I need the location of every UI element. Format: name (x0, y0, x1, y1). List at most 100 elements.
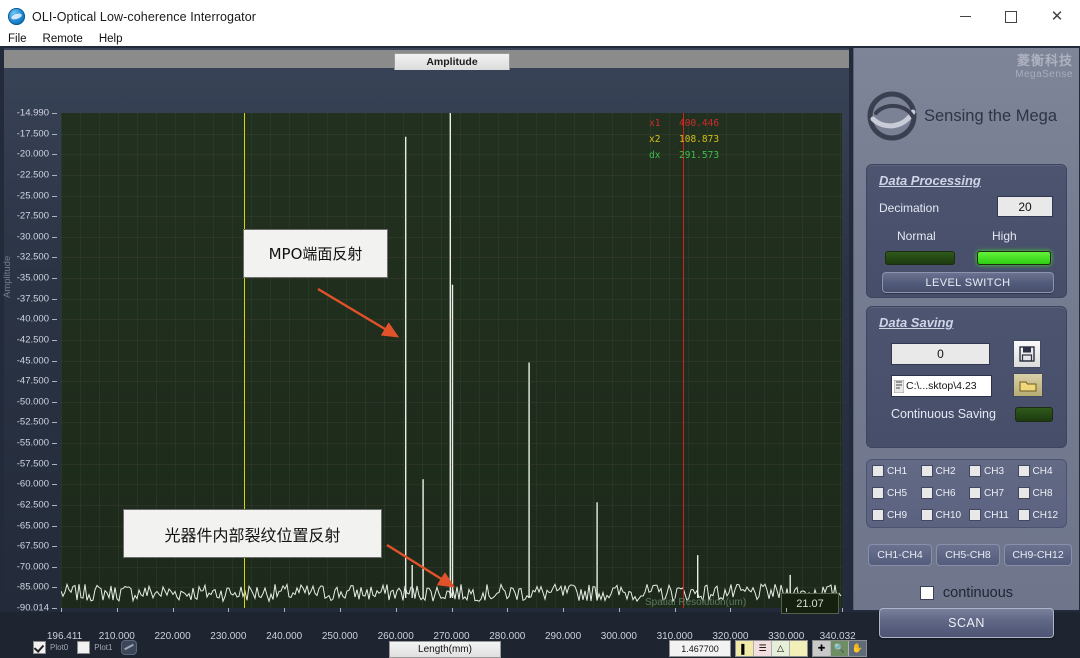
y-axis-tick-mark (52, 339, 57, 341)
zoom-icon[interactable]: 🔍 (831, 641, 849, 656)
save-path-input[interactable]: C:\...sktop\4.23 (891, 375, 992, 397)
channel-ch12[interactable]: CH12 (1017, 509, 1067, 521)
y-axis-tick: -67.500 (16, 540, 49, 552)
menu-remote[interactable]: Remote (43, 33, 83, 46)
checkbox-ch7[interactable] (969, 487, 981, 499)
y-axis: -14.990 -17.500 -20.000 -22.500 -25.000 -27.5… (4, 48, 57, 614)
x-axis-tick-mark (842, 608, 843, 612)
checkbox-ch11[interactable] (969, 509, 981, 521)
label-ch9: CH9 (887, 509, 908, 521)
close-button[interactable]: ✕ (1034, 0, 1080, 33)
y-axis-tick: -55.000 (16, 437, 49, 449)
y-axis-tick: -25.000 (16, 190, 49, 201)
label-ch12: CH12 (1032, 509, 1059, 521)
channel-ch8[interactable]: CH8 (1017, 487, 1067, 499)
cursor-readout: x1 400.446 x2 108.873 dx 291.573 (649, 116, 719, 164)
button-ch1-ch4[interactable]: CH1-CH4 (868, 544, 932, 566)
annotation-internal-crack: 光器件内部裂纹位置反射 (123, 509, 382, 558)
x-axis-tick: 290.000 (544, 631, 582, 642)
decimation-input[interactable]: 20 (997, 196, 1053, 217)
checkbox-ch2[interactable] (920, 465, 933, 477)
y-axis-tick: -42.500 (16, 334, 49, 346)
y-axis-tick-mark (52, 546, 57, 548)
channel-ch7[interactable]: CH7 (969, 487, 1018, 499)
crosshair-icon[interactable]: ✚ (813, 641, 831, 656)
checkbox-ch5[interactable] (872, 487, 884, 499)
channel-ch10[interactable]: CH10 (920, 509, 970, 521)
readout-key-x1: x1 (649, 118, 661, 129)
y-axis-tick-mark (52, 463, 57, 465)
continuous-checkbox[interactable] (919, 586, 934, 600)
readout-value-x1: 400.446 (679, 118, 720, 129)
channel-ch9[interactable]: CH9 (872, 509, 921, 521)
checkbox-ch12[interactable] (1017, 509, 1030, 521)
grid-line (61, 236, 842, 238)
label-ch11: CH11 (984, 509, 1009, 521)
channel-ch11[interactable]: CH11 (969, 509, 1018, 521)
x-axis-tick-mark (172, 608, 174, 612)
maximize-button[interactable] (988, 0, 1034, 33)
continuous-label: continuous (942, 585, 1014, 601)
folder-open-icon[interactable] (1013, 373, 1043, 397)
y-axis-tick-mark (52, 381, 57, 383)
level-switch-button[interactable]: LEVEL SWITCH (882, 272, 1054, 293)
channel-ch4[interactable]: CH4 (1017, 465, 1067, 477)
checkbox-ch10[interactable] (920, 509, 933, 521)
channel-ch3[interactable]: CH3 (969, 465, 1018, 477)
save-count-input[interactable]: 0 (891, 343, 990, 365)
channel-ch1[interactable]: CH1 (872, 465, 921, 477)
normal-led[interactable] (885, 251, 955, 265)
legend-pen-icon[interactable] (121, 640, 138, 655)
checkbox-ch8[interactable] (1017, 487, 1030, 499)
grid-line (61, 174, 842, 176)
checkbox-ch6[interactable] (920, 487, 933, 499)
checkbox-ch1[interactable] (872, 465, 884, 477)
channel-ch2[interactable]: CH2 (920, 465, 970, 477)
checkbox-ch4[interactable] (1017, 465, 1030, 477)
waveform-icon[interactable]: △ (772, 641, 790, 656)
grid-style-icon[interactable]: ☰ (754, 641, 772, 656)
channel-ch5[interactable]: CH5 (872, 487, 921, 499)
checkbox-ch9[interactable] (872, 509, 884, 521)
y-axis-tick-mark (52, 298, 57, 300)
floppy-disk-icon[interactable] (1013, 340, 1041, 368)
menu-bar: File Remote Help (0, 33, 1080, 46)
maximize-icon (1005, 10, 1017, 23)
x-axis-tick-mark (339, 608, 341, 612)
y-axis-tick-mark (52, 195, 57, 197)
grid-line (61, 360, 842, 362)
label-ch5: CH5 (887, 487, 908, 499)
pan-hand-icon[interactable]: ✋ (849, 641, 866, 656)
label-ch1: CH1 (887, 465, 908, 477)
y-axis-label: Amplitude (2, 255, 13, 298)
data-saving-group: Data Saving 0 C:\...sktop\4.23 Continuou… (866, 306, 1067, 448)
menu-file[interactable]: File (8, 33, 27, 46)
legend-checkbox-plot0[interactable] (33, 641, 46, 654)
minimize-button[interactable] (942, 0, 988, 33)
menu-help[interactable]: Help (99, 33, 123, 46)
grid-line (61, 257, 842, 259)
continuous-row: continuous (854, 585, 1079, 601)
brand-block: Sensing the Mega (866, 90, 1057, 142)
label-ch4: CH4 (1032, 465, 1053, 477)
readout-row-x1: x1 400.446 (649, 116, 719, 132)
readout-value-dx: 291.573 (679, 150, 720, 161)
y-axis-tick-mark (52, 278, 57, 279)
y-axis-tick-mark (52, 422, 57, 424)
button-ch9-ch12[interactable]: CH9-CH12 (1004, 544, 1072, 566)
scan-button[interactable]: SCAN (879, 608, 1054, 638)
button-ch5-ch8[interactable]: CH5-CH8 (936, 544, 1000, 566)
legend-checkbox-plot1[interactable] (77, 641, 91, 654)
tab-amplitude[interactable]: Amplitude (394, 53, 510, 70)
graph-toolbar-value[interactable]: 1.467700 (669, 640, 731, 657)
cursor-palette-icon[interactable]: ▌ (736, 641, 754, 656)
high-led[interactable] (977, 251, 1051, 265)
checkbox-ch3[interactable] (969, 465, 981, 477)
continuous-saving-led[interactable] (1015, 407, 1053, 422)
y-axis-tick: -60.000 (16, 478, 49, 490)
channel-ch6[interactable]: CH6 (920, 487, 970, 499)
highlight-icon[interactable] (790, 641, 807, 656)
x-axis-tick-mark (116, 608, 118, 612)
readout-row-x2: x2 108.873 (649, 132, 719, 148)
grid-line (61, 381, 842, 383)
